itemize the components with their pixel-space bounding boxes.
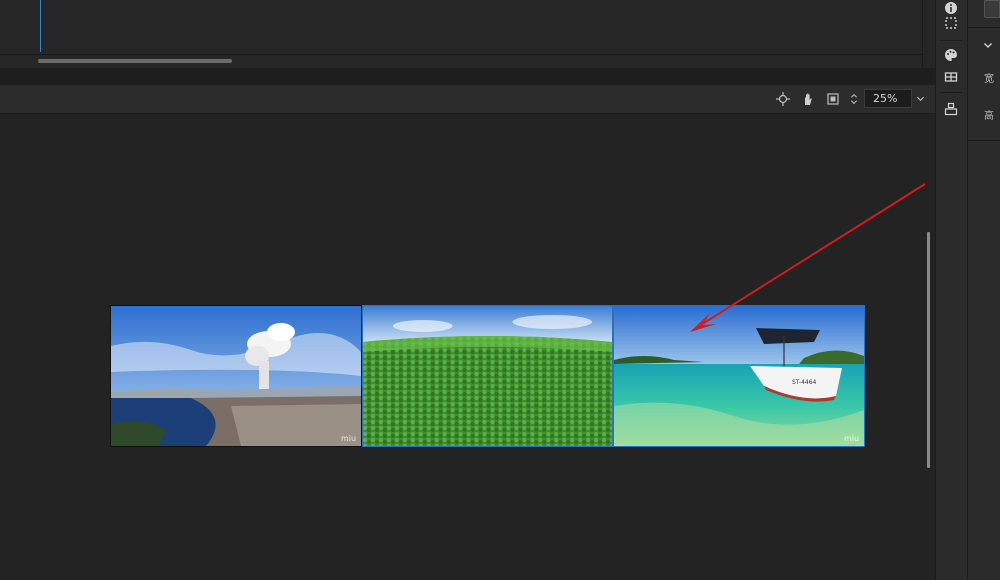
image-sea-boat[interactable]: ST-4464 miu bbox=[613, 305, 865, 447]
grid-icon[interactable] bbox=[943, 69, 959, 85]
properties-divider bbox=[968, 27, 1000, 28]
tool-divider bbox=[940, 92, 962, 93]
height-label: 高 bbox=[984, 111, 994, 122]
fit-frame-icon[interactable] bbox=[825, 91, 841, 107]
properties-header-tab[interactable] bbox=[984, 0, 1000, 18]
crosshair-icon[interactable] bbox=[775, 91, 791, 107]
zoom-input[interactable]: 25% bbox=[864, 89, 912, 108]
watermark-label: miu bbox=[844, 434, 859, 443]
dropdown-chevron-icon[interactable] bbox=[914, 91, 926, 105]
canvas-vertical-scrollbar[interactable] bbox=[927, 232, 930, 468]
chevron-down-icon[interactable] bbox=[982, 36, 994, 48]
zoom-stepper-icon[interactable] bbox=[848, 91, 860, 107]
properties-panel bbox=[967, 0, 1000, 580]
tool-strip bbox=[935, 0, 967, 580]
panel-gap bbox=[0, 68, 935, 85]
canvas-toolbar bbox=[0, 85, 935, 114]
image-green-field[interactable] bbox=[362, 305, 613, 447]
layers-icon[interactable] bbox=[943, 101, 959, 117]
timeline-playhead[interactable] bbox=[40, 0, 41, 52]
timeline-scrollbar[interactable] bbox=[38, 59, 232, 63]
watermark-label: miu bbox=[341, 434, 356, 443]
boat-number-label: ST-4464 bbox=[792, 379, 817, 386]
selection-frame-icon[interactable] bbox=[943, 15, 959, 31]
hand-icon[interactable] bbox=[800, 91, 816, 107]
info-icon[interactable] bbox=[943, 0, 959, 16]
width-label: 宽 bbox=[984, 74, 994, 85]
tool-divider bbox=[940, 40, 962, 41]
timeline-divider bbox=[922, 0, 923, 68]
palette-icon[interactable] bbox=[943, 47, 959, 63]
image-volcano-city[interactable]: miu bbox=[110, 305, 362, 447]
properties-divider bbox=[968, 140, 1000, 141]
